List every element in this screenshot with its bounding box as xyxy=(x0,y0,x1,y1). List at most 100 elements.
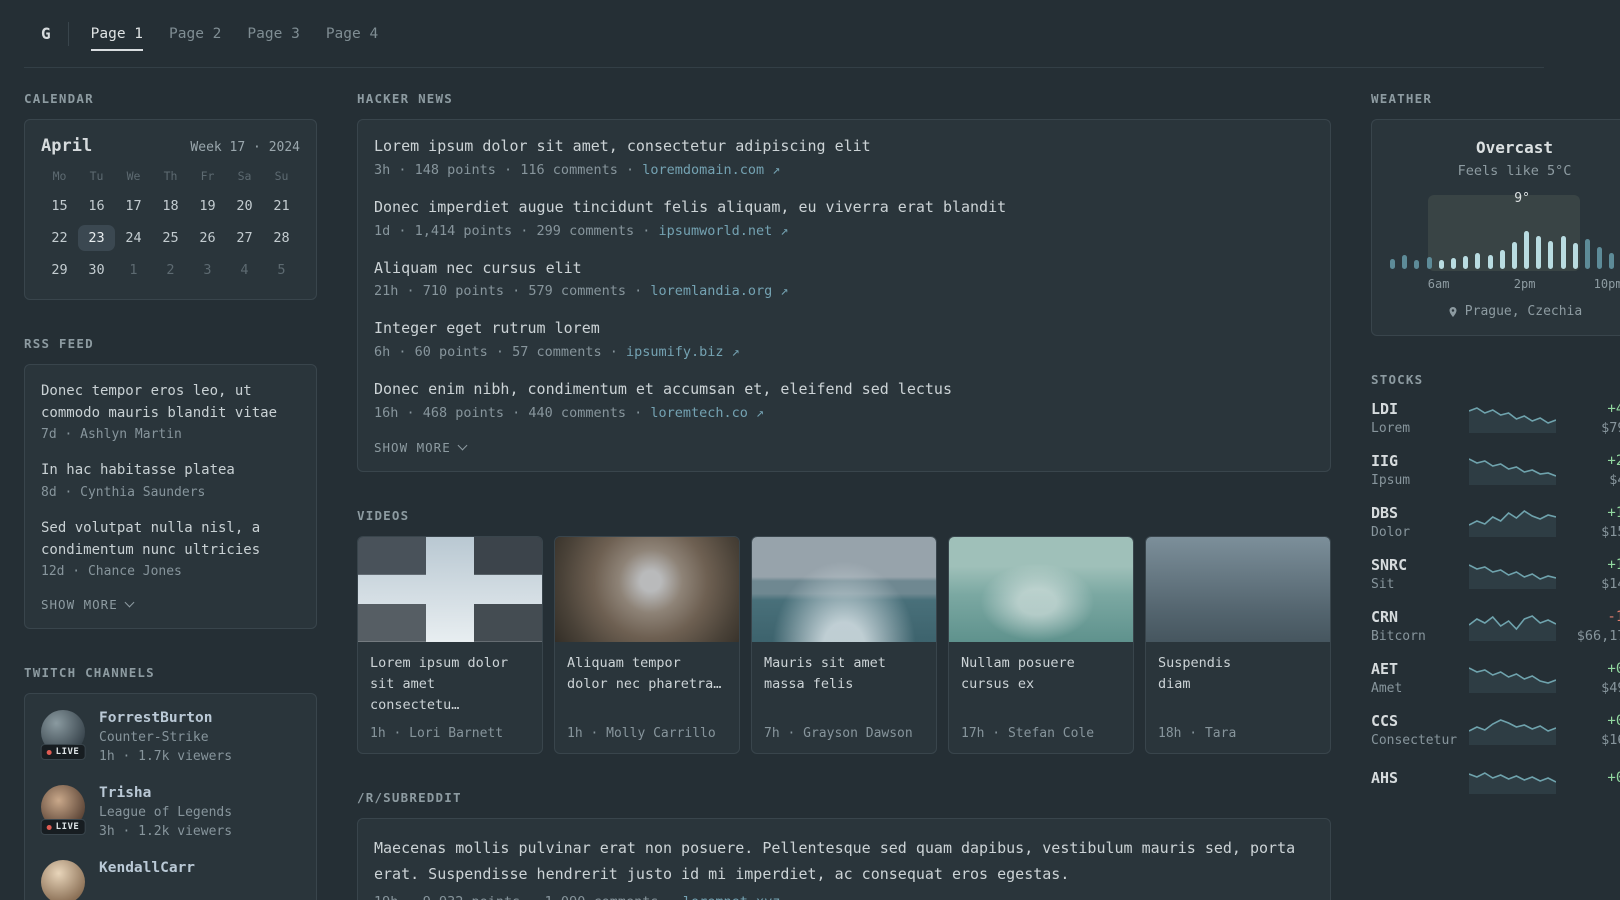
stock-price: $795.18 xyxy=(1601,419,1620,436)
dow-label: Fr xyxy=(200,169,215,183)
weather-chart: 9° 6am 2pm 10pm xyxy=(1388,191,1620,291)
tab-page-2[interactable]: Page 2 xyxy=(169,26,221,42)
stock-row[interactable]: CRN Bitcorn -1.00% $66,171.48 xyxy=(1371,608,1620,644)
weather-card: Overcast Feels like 5°C 9° 6am 2pm 10pm xyxy=(1371,119,1620,336)
video-meta: 1h · Molly Carrillo xyxy=(567,725,716,741)
rss-item: Donec tempor eros leo, ut commodo mauris… xyxy=(41,381,300,442)
subreddit-post-domain-link[interactable]: loremnet.xyz xyxy=(683,894,781,900)
stock-row[interactable]: DBS Dolor +1.42% $156.28 xyxy=(1371,504,1620,540)
twitch-channel-row[interactable]: KendallCarr xyxy=(41,860,300,900)
calendar-day-next-month: 2 xyxy=(166,262,175,278)
twitch-channel-row[interactable]: LIVE ForrestBurton Counter-Strike 1h · 1… xyxy=(40,710,300,764)
calendar-day: 22 xyxy=(51,230,68,246)
twitch-channel-game: League of Legends xyxy=(99,805,233,821)
rss-item-title[interactable]: Donec tempor eros leo, ut commodo mauris… xyxy=(41,381,300,424)
location-pin-icon xyxy=(1449,306,1457,317)
stock-sparkline xyxy=(1469,764,1556,794)
videos-header: VIDEOS xyxy=(357,507,410,523)
calendar-day: 21 xyxy=(273,198,290,214)
twitch-channel-row[interactable]: LIVE Trisha League of Legends 3h · 1.2k … xyxy=(40,785,300,840)
stock-row[interactable]: LDI Lorem +4.35% $795.18 xyxy=(1371,400,1620,436)
stock-change: -1.00% xyxy=(1607,608,1620,625)
external-link-icon: ↗ xyxy=(756,404,765,421)
dow-label: We xyxy=(126,169,141,183)
avatar: LIVE xyxy=(40,785,86,836)
weather-condition: Overcast xyxy=(1475,138,1554,157)
show-more-label: SHOW MORE xyxy=(374,439,451,455)
rss-item: Sed volutpat nulla nisl, a condimentum n… xyxy=(41,518,300,579)
rss-item-title[interactable]: Sed volutpat nulla nisl, a condimentum n… xyxy=(41,518,300,561)
calendar-grid: Mo Tu We Th Fr Sa Su 15 16 17 18 19 20 2… xyxy=(41,169,300,283)
stock-row[interactable]: AHS +0.46% xyxy=(1371,764,1620,794)
hackernews-item-domain-link[interactable]: loremlandia.org xyxy=(650,283,772,299)
tab-page-3[interactable]: Page 3 xyxy=(247,26,299,42)
avatar: LIVE xyxy=(40,710,86,761)
hackernews-item-domain-link[interactable]: loremtech.co xyxy=(650,405,748,421)
avatar xyxy=(41,860,85,900)
rss-show-more-button[interactable]: SHOW MORE xyxy=(41,597,135,612)
stock-change: +2.84% xyxy=(1607,452,1620,469)
subreddit-post-title[interactable]: Maecenas mollis pulvinar erat non posuer… xyxy=(374,835,1314,888)
stock-name: Bitcorn xyxy=(1371,629,1426,644)
hackernews-item: Donec imperdiet augue tincidunt felis al… xyxy=(374,197,1314,239)
rss-item-title[interactable]: In hac habitasse platea xyxy=(41,460,300,482)
twitch-channel-meta: 3h · 1.2k viewers xyxy=(99,824,233,840)
hackernews-item-title[interactable]: Integer eget rutrum lorem xyxy=(374,318,1314,340)
videos-widget: VIDEOS Lorem ipsum dolor sit amet consec… xyxy=(357,508,1331,754)
dow-label: Mo xyxy=(52,169,67,183)
hackernews-show-more-button[interactable]: SHOW MORE xyxy=(374,439,468,455)
hackernews-item-domain-link[interactable]: ipsumify.biz xyxy=(626,344,724,360)
hackernews-item-domain-link[interactable]: ipsumworld.net xyxy=(658,223,772,239)
stock-row[interactable]: IIG Ipsum +2.84% $42.04 xyxy=(1371,452,1620,488)
video-card[interactable]: Lorem ipsum dolor sit amet consectetu… 1… xyxy=(357,535,543,754)
hackernews-item-domain-link[interactable]: loremdomain.com xyxy=(642,162,764,178)
calendar-day-today: 23 xyxy=(78,225,115,251)
dow-label: Tu xyxy=(89,169,104,183)
weather-header: WEATHER xyxy=(1371,91,1433,106)
video-card[interactable]: Nullam posuere cursus ex 17h · Stefan Co… xyxy=(948,535,1134,754)
stock-price: $156.28 xyxy=(1601,523,1620,540)
rss-item-meta: 8d · Cynthia Saunders xyxy=(41,485,206,501)
twitch-header: TWITCH CHANNELS xyxy=(24,665,155,681)
main-grid: CALENDAR April Week 17 · 2024 Mo Tu We T… xyxy=(24,68,1620,900)
stock-symbol: IIG xyxy=(1371,452,1399,470)
stock-name: Sit xyxy=(1371,577,1395,592)
tab-label: Page 2 xyxy=(169,25,222,42)
hackernews-item-title[interactable]: Aliquam nec cursus elit xyxy=(374,258,1314,280)
stock-symbol: AHS xyxy=(1371,768,1399,787)
stock-change: +4.35% xyxy=(1607,400,1620,417)
video-title: Lorem ipsum dolor sit amet consectetu… xyxy=(370,654,509,713)
stock-price: $499.72 xyxy=(1601,679,1620,696)
twitch-channel-game: Counter-Strike xyxy=(99,730,209,746)
calendar-day: 28 xyxy=(273,230,290,246)
stock-row[interactable]: CCS Consectetur +0.51% $165.84 xyxy=(1371,712,1620,748)
video-card[interactable]: Aliquam tempor dolor nec pharetra… 1h · … xyxy=(554,535,740,754)
stock-row[interactable]: AET Amet +0.92% $499.72 xyxy=(1371,660,1620,696)
hackernews-item-title[interactable]: Donec imperdiet augue tincidunt felis al… xyxy=(374,197,1314,219)
hackernews-item-title[interactable]: Donec enim nibh, condimentum et accumsan… xyxy=(374,379,1314,401)
weather-bars xyxy=(1390,227,1620,269)
calendar-day-next-month: 4 xyxy=(240,262,249,278)
video-thumbnail xyxy=(752,536,936,642)
hackernews-item: Aliquam nec cursus elit 21h · 710 points… xyxy=(374,258,1314,300)
weather-time-label: 2pm xyxy=(1513,277,1536,291)
external-link-icon: ↗ xyxy=(780,222,789,239)
hackernews-header: HACKER NEWS xyxy=(357,91,453,106)
calendar-month: April xyxy=(41,136,93,156)
rss-widget: RSS FEED Donec tempor eros leo, ut commo… xyxy=(24,336,317,630)
calendar-week-label: Week 17 · 2024 xyxy=(190,140,300,155)
hackernews-item-title[interactable]: Lorem ipsum dolor sit amet, consectetur … xyxy=(374,136,1314,158)
stock-row[interactable]: SNRC Sit +1.36% $148.64 xyxy=(1371,556,1620,592)
twitch-channel-name: Trisha xyxy=(99,785,152,802)
stock-name: Consectetur xyxy=(1371,733,1458,748)
video-title: Suspendis diam xyxy=(1158,654,1232,692)
tab-page-1[interactable]: Page 1 xyxy=(90,25,144,51)
calendar-day: 20 xyxy=(236,198,253,214)
video-card[interactable]: Mauris sit amet massa felis 7h · Grayson… xyxy=(751,535,937,754)
weather-temp-label: 9° xyxy=(1514,191,1530,206)
hackernews-card: Lorem ipsum dolor sit amet, consectetur … xyxy=(357,119,1331,472)
page-tabs: Page 1 Page 2 Page 3 Page 4 xyxy=(90,0,378,67)
meta-text: 21h · 710 points · 579 comments · xyxy=(374,283,651,300)
video-card[interactable]: Suspendis diam 18h · Tara xyxy=(1145,535,1331,754)
tab-page-4[interactable]: Page 4 xyxy=(326,26,378,42)
